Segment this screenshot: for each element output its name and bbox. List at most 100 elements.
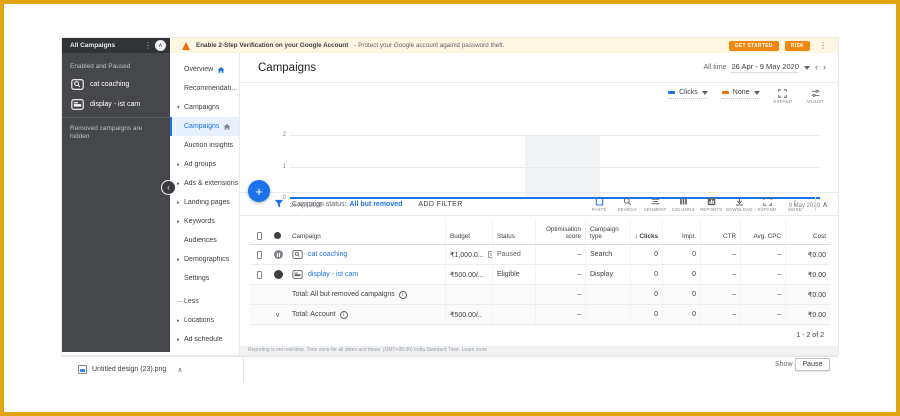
budget-value[interactable]: ₹500.00/... xyxy=(445,265,492,284)
status-column-icon[interactable] xyxy=(274,232,281,239)
metric-primary-select[interactable]: Clicks xyxy=(668,89,708,99)
more-button[interactable]: MORE xyxy=(781,197,809,212)
expand-icon xyxy=(778,89,788,98)
columns-button[interactable]: COLUMNS xyxy=(669,197,697,212)
sidebar-item-recommendations[interactable]: Recommendations xyxy=(170,79,239,98)
sidebar-item-ad-groups[interactable]: ▸ Ad groups xyxy=(170,155,239,174)
sidebar-item-keywords[interactable]: ▸ Keywords xyxy=(170,212,239,231)
sidebar-item-settings[interactable]: Settings xyxy=(170,269,239,288)
main-content: Campaigns All time 26 Apr - 9 May 2020 C… xyxy=(240,53,838,355)
security-banner: Enable 2-Step Verification on your Googl… xyxy=(170,38,838,53)
filter-value[interactable]: All but removed xyxy=(349,201,402,208)
table-row-cat-coaching[interactable]: cat coaching ₹1,000.0... Paused – Search… xyxy=(250,245,830,265)
divider xyxy=(815,197,817,211)
budget-value[interactable]: ₹1,000.0... xyxy=(450,251,484,259)
chart-expand-button[interactable]: EXPAND xyxy=(774,89,793,104)
next-range-icon[interactable] xyxy=(823,63,826,72)
sidebar-item-campaigns[interactable]: Campaigns xyxy=(170,117,239,136)
col-clicks-sorted[interactable]: Clicks xyxy=(630,219,662,244)
info-icon[interactable] xyxy=(339,310,348,319)
cost-value: ₹0.00 xyxy=(785,265,830,284)
risk-button[interactable]: RISK xyxy=(784,40,810,51)
sidebar-item-demographics[interactable]: ▸ Demographics xyxy=(170,250,239,269)
table-row-display-ist-cam[interactable]: display - ist cam ₹500.00/... Eligible –… xyxy=(250,265,830,285)
segment-button[interactable]: SEGMENT xyxy=(641,197,669,212)
range-label: All time xyxy=(703,64,727,71)
download-button[interactable]: DOWNLOAD xyxy=(725,197,753,212)
col-status[interactable]: Status xyxy=(492,219,535,244)
sidebar-item-less[interactable]: — Less xyxy=(170,292,239,311)
y-tick: 1 xyxy=(282,164,286,170)
campaign-link[interactable]: cat coaching xyxy=(308,251,347,258)
impr-value: 0 xyxy=(662,245,700,264)
paused-status-icon[interactable] xyxy=(274,250,283,259)
banner-title: Enable 2-Step Verification on your Googl… xyxy=(196,42,349,49)
date-range-picker[interactable]: All time 26 Apr - 9 May 2020 xyxy=(704,62,827,73)
col-campaign-type[interactable]: Campaign type xyxy=(585,219,630,244)
pagination[interactable]: 1 - 2 of 2 xyxy=(250,325,830,345)
chart-adjust-button[interactable]: ADJUST xyxy=(806,89,824,104)
sidebar-item-overview[interactable]: Overview xyxy=(170,60,239,79)
warning-icon xyxy=(182,41,190,50)
chevron-down-icon xyxy=(701,90,708,95)
expand-button[interactable]: EXPAND xyxy=(753,196,781,212)
info-icon[interactable] xyxy=(398,290,407,299)
recorder-pause-button[interactable]: Pause xyxy=(794,358,831,371)
chevron-down-icon[interactable] xyxy=(804,65,810,70)
clicks-value: 0 xyxy=(630,245,662,264)
more-icon[interactable] xyxy=(141,42,155,50)
date-range-value: 26 Apr - 9 May 2020 xyxy=(731,62,799,73)
col-cost[interactable]: Cost xyxy=(785,219,830,244)
search-button[interactable]: SEARCH xyxy=(613,197,641,212)
downloaded-file[interactable]: Untitled design (23).png xyxy=(62,357,244,382)
sidebar-item-auction-insights[interactable]: Auction insights xyxy=(170,136,239,155)
col-opt-score[interactable]: Optimisation score xyxy=(535,219,585,244)
y-tick: 2 xyxy=(282,132,286,138)
sidebar-item-audiences[interactable]: Audiences xyxy=(170,231,239,250)
col-avg-cpc[interactable]: Avg. CPC xyxy=(740,219,785,244)
collapse-up-icon[interactable] xyxy=(155,40,166,51)
row-checkbox[interactable] xyxy=(257,250,262,259)
sidebar-item-ads-extensions[interactable]: ▸ Ads & extensions xyxy=(170,174,239,193)
sidebar-item-locations[interactable]: ▸ Locations xyxy=(170,311,239,330)
sidebar-group-campaigns[interactable]: ▾ Campaigns xyxy=(170,98,239,117)
selector-campaign-display[interactable]: display - ist cam xyxy=(62,94,170,114)
campaign-link[interactable]: display - ist cam xyxy=(308,271,358,278)
status-value: Eligible xyxy=(492,265,535,284)
paste-button[interactable]: PASTE xyxy=(585,196,613,212)
selector-campaign-cat-coaching[interactable]: cat coaching xyxy=(62,74,170,94)
table-header-row: Campaign Budget Status Optimisation scor… xyxy=(250,219,830,245)
expand-account-icon[interactable] xyxy=(275,311,280,319)
select-all-checkbox[interactable] xyxy=(257,232,262,240)
col-campaign[interactable]: Campaign xyxy=(288,219,445,244)
col-ctr[interactable]: CTR xyxy=(700,219,740,244)
download-menu-icon[interactable] xyxy=(177,366,182,374)
row-checkbox[interactable] xyxy=(257,270,262,279)
sidebar-item-landing-pages[interactable]: ▸ Landing pages xyxy=(170,193,239,212)
expand-icon xyxy=(762,196,772,206)
download-icon xyxy=(735,197,743,205)
recorder-show-label[interactable]: Show xyxy=(775,361,793,368)
col-impressions[interactable]: Impr. xyxy=(662,219,700,244)
col-budget[interactable]: Budget xyxy=(445,219,492,244)
add-filter-button[interactable]: ADD FILTER xyxy=(418,201,462,208)
filter-icon[interactable] xyxy=(274,199,284,209)
prev-range-icon[interactable] xyxy=(815,63,818,72)
download-shelf: Untitled design (23).png xyxy=(62,356,838,382)
campaigns-table: Campaign Budget Status Optimisation scor… xyxy=(250,219,830,345)
campaign-name: display - ist cam xyxy=(90,100,141,108)
metric-secondary-select[interactable]: None xyxy=(721,89,760,99)
reports-button[interactable]: REPORTS xyxy=(697,197,725,212)
new-campaign-fab[interactable] xyxy=(248,180,270,202)
get-started-button[interactable]: GET STARTED xyxy=(728,40,779,51)
collapse-table-icon[interactable] xyxy=(822,200,828,209)
page-header: Campaigns All time 26 Apr - 9 May 2020 xyxy=(240,53,838,83)
performance-chart: Clicks None EXPAND ADJUST 2 1 0 26 Apr 2… xyxy=(240,83,838,209)
tune-icon xyxy=(811,89,819,97)
sidebar-collapse-button[interactable] xyxy=(161,180,176,195)
banner-more-icon[interactable] xyxy=(816,42,830,50)
filter-label: Campaign status: xyxy=(292,200,347,208)
search-campaign-icon xyxy=(71,78,84,90)
enabled-status-icon[interactable] xyxy=(274,270,283,279)
sidebar-item-ad-schedule[interactable]: ▸ Ad schedule xyxy=(170,330,239,349)
